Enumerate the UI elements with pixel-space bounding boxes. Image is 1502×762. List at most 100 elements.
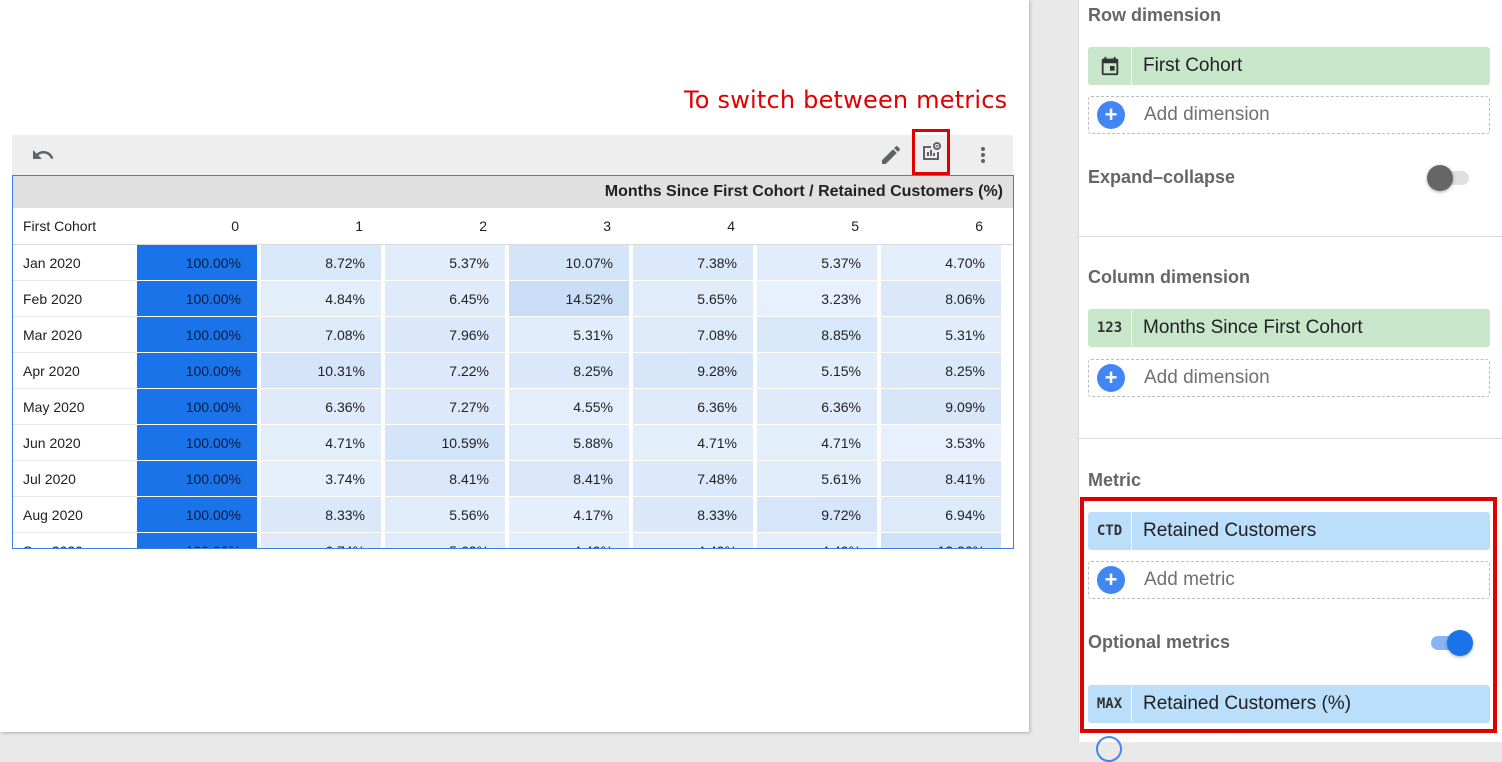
- table-cell: 8.41%: [509, 461, 629, 497]
- table-cell: 4.55%: [509, 389, 629, 425]
- chart-toolbar: [12, 129, 1013, 175]
- table-cell: 100.00%: [137, 245, 257, 281]
- table-cell: 9.28%: [633, 353, 753, 389]
- table-cell: 8.41%: [385, 461, 505, 497]
- table-row: Feb 2020 100.00% 4.84% 6.45% 14.52% 5.65% 3.23…: [13, 281, 1013, 317]
- row-label: Jun 2020: [13, 425, 137, 461]
- section-divider: [1079, 438, 1502, 439]
- table-cell: 5.37%: [385, 245, 505, 281]
- table-cell: 9.72%: [757, 497, 877, 533]
- row-dimension-title: Row dimension: [1088, 5, 1222, 25]
- table-cell: 8.41%: [881, 461, 1001, 497]
- calendar-icon: [1088, 47, 1132, 85]
- table-cell: 6.36%: [757, 389, 877, 425]
- undo-button[interactable]: [28, 135, 58, 175]
- table-cell: 4.84%: [261, 281, 381, 317]
- table-cell: 6.36%: [633, 389, 753, 425]
- table-cell: 10.07%: [509, 245, 629, 281]
- column-header: 1: [355, 218, 363, 234]
- row-label: Aug 2020: [13, 497, 137, 533]
- table-cell: 12.36%: [881, 533, 1001, 548]
- column-dimension-chip[interactable]: 123 Months Since First Cohort: [1088, 309, 1490, 347]
- column-header: 2: [479, 218, 487, 234]
- add-dimension-label: Add dimension: [1144, 104, 1270, 125]
- table-header-title: Months Since First Cohort / Retained Cus…: [13, 176, 1013, 208]
- table-cell: 100.00%: [137, 353, 257, 389]
- table-cell: 8.33%: [261, 497, 381, 533]
- undo-icon: [33, 150, 54, 159]
- switch-metric-button[interactable]: [912, 129, 950, 175]
- column-header-row: First Cohort 0 1 2 3 4 5 6: [13, 208, 1013, 245]
- table-cell: 5.56%: [385, 497, 505, 533]
- annotation-text: To switch between metrics: [684, 86, 1008, 114]
- table-row: Jul 2020 100.00% 3.74% 8.41% 8.41% 7.48% 5.61%…: [13, 461, 1013, 497]
- row-dimension-chip[interactable]: First Cohort: [1088, 47, 1490, 85]
- table-cell: 4.49%: [633, 533, 753, 548]
- table-cell: 4.71%: [757, 425, 877, 461]
- number-type-icon: 123: [1088, 309, 1132, 347]
- table-cell: 7.08%: [261, 317, 381, 353]
- table-cell: 8.25%: [509, 353, 629, 389]
- table-cell: 5.65%: [633, 281, 753, 317]
- add-optional-metric-button[interactable]: [1096, 736, 1122, 762]
- table-row: Sep 2020100.00% 6.74% 5.62% 4.49% 4.49% 4.49%…: [13, 533, 1013, 548]
- metric-title: Metric: [1088, 470, 1142, 490]
- table-cell: 100.00%: [137, 533, 257, 548]
- table-cell: 4.49%: [757, 533, 877, 548]
- table-cell: 10.59%: [385, 425, 505, 461]
- report-canvas: To switch between metrics Months Since F…: [0, 0, 1029, 732]
- table-cell: 7.48%: [633, 461, 753, 497]
- table-cell: 5.31%: [881, 317, 1001, 353]
- table-cell: 7.22%: [385, 353, 505, 389]
- table-row: May 2020 100.00% 6.36% 7.27% 4.55% 6.36% 6.36%…: [13, 389, 1013, 425]
- table-cell: 5.61%: [757, 461, 877, 497]
- table-cell: 5.88%: [509, 425, 629, 461]
- more-options-button[interactable]: [970, 135, 996, 175]
- expand-collapse-toggle[interactable]: [1427, 165, 1473, 191]
- column-header: 4: [727, 218, 735, 234]
- table-cell: 8.85%: [757, 317, 877, 353]
- add-column-dimension-button[interactable]: + Add dimension: [1088, 359, 1490, 397]
- cohort-pivot-table: Months Since First Cohort / Retained Cus…: [12, 175, 1014, 549]
- table-row: Apr 2020 100.00% 10.31% 7.22% 8.25% 9.28% 5.15…: [13, 353, 1013, 389]
- table-cell: 8.06%: [881, 281, 1001, 317]
- table-cell: 100.00%: [137, 281, 257, 317]
- table-cell: 100.00%: [137, 497, 257, 533]
- table-cell: 4.49%: [509, 533, 629, 548]
- row-label: May 2020: [13, 389, 137, 425]
- table-cell: 9.09%: [881, 389, 1001, 425]
- table-cell: 8.25%: [881, 353, 1001, 389]
- table-cell: 7.38%: [633, 245, 753, 281]
- row-label: Mar 2020: [13, 317, 137, 353]
- table-cell: 3.23%: [757, 281, 877, 317]
- table-cell: 5.37%: [757, 245, 877, 281]
- column-header: 3: [603, 218, 611, 234]
- more-vert-icon: [981, 147, 985, 163]
- column-header: 6: [975, 218, 983, 234]
- table-cell: 8.72%: [261, 245, 381, 281]
- row-label: Feb 2020: [13, 281, 137, 317]
- add-row-dimension-button[interactable]: + Add dimension: [1088, 96, 1490, 134]
- table-cell: 100.00%: [137, 461, 257, 497]
- table-cell: 6.74%: [261, 533, 381, 548]
- table-cell: 7.08%: [633, 317, 753, 353]
- table-cell: 6.45%: [385, 281, 505, 317]
- edit-button[interactable]: [876, 135, 906, 175]
- row-label: Apr 2020: [13, 353, 137, 389]
- table-cell: 3.53%: [881, 425, 1001, 461]
- table-cell: 14.52%: [509, 281, 629, 317]
- column-dimension-label: Months Since First Cohort: [1143, 317, 1363, 338]
- table-row: Aug 2020 100.00% 8.33% 5.56% 4.17% 8.33% 9.72%…: [13, 497, 1013, 533]
- plus-icon: +: [1097, 101, 1125, 129]
- column-header: 5: [851, 218, 859, 234]
- table-cell: 5.31%: [509, 317, 629, 353]
- column-header: 0: [231, 218, 239, 234]
- table-cell: 6.36%: [261, 389, 381, 425]
- table-cell: 5.15%: [757, 353, 877, 389]
- row-label: Jan 2020: [13, 245, 137, 281]
- table-cell: 4.17%: [509, 497, 629, 533]
- table-row: Jun 2020 100.00% 4.71% 10.59% 5.88% 4.71% 4.71…: [13, 425, 1013, 461]
- table-cell: 7.96%: [385, 317, 505, 353]
- table-cell: 100.00%: [137, 389, 257, 425]
- table-cell: 100.00%: [137, 425, 257, 461]
